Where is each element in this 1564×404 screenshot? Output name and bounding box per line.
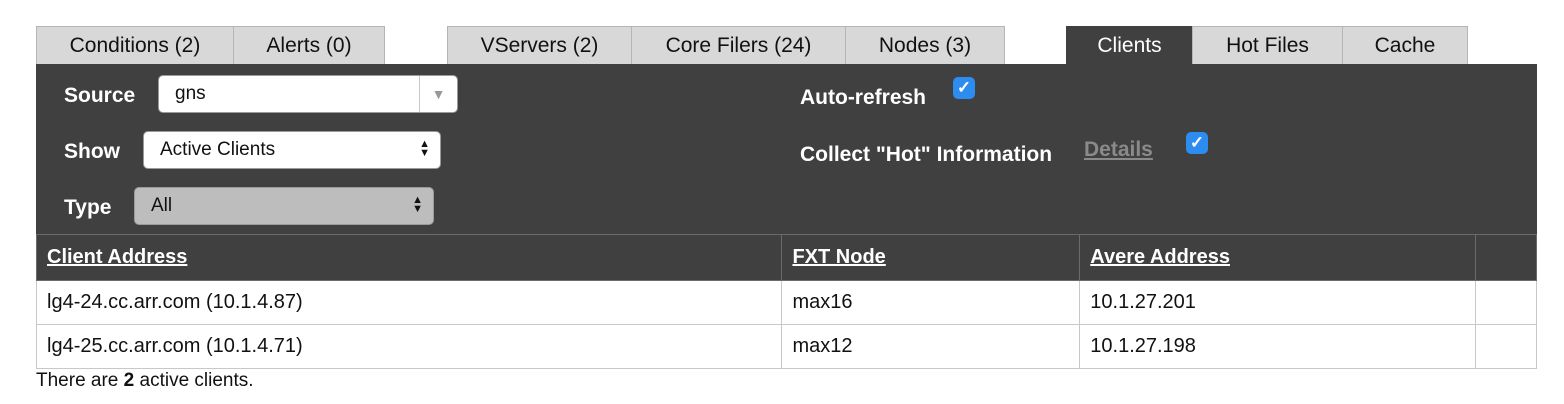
source-label: Source (64, 84, 136, 107)
triangle-down-icon[interactable]: ▼ (419, 76, 457, 112)
table-header-row: Client Address FXT Node Avere Address (35, 234, 1537, 281)
clients-table: Client Address FXT Node Avere Address lg… (35, 234, 1537, 369)
type-value: All (151, 195, 173, 216)
collect-hot-label: Collect "Hot" Information (800, 143, 1053, 166)
show-label: Show (64, 140, 120, 163)
cell-empty (1475, 280, 1537, 325)
auto-refresh-checkbox[interactable]: ✓ (953, 77, 975, 99)
tab-cache[interactable]: Cache (1342, 26, 1468, 64)
source-value: gns (175, 83, 206, 104)
column-header-client-address[interactable]: Client Address (35, 234, 783, 281)
tab-core-filers[interactable]: Core Filers (24) (631, 26, 846, 64)
cell-fxt-node: max12 (781, 324, 1081, 369)
cell-avere-address: 10.1.27.198 (1079, 324, 1477, 369)
checkmark-icon: ✓ (1189, 133, 1205, 152)
auto-refresh-label: Auto-refresh (800, 86, 927, 109)
client-count: 2 (123, 370, 135, 391)
type-label: Type (64, 196, 112, 219)
table-row: lg4-25.cc.arr.com (10.1.4.71) max12 10.1… (35, 324, 1537, 369)
tab-conditions[interactable]: Conditions (2) (36, 26, 234, 64)
tab-alerts[interactable]: Alerts (0) (233, 26, 385, 64)
show-select[interactable]: Active Clients ▲ ▼ (143, 131, 441, 169)
tab-hot-files[interactable]: Hot Files (1192, 26, 1343, 64)
up-down-arrows-icon: ▲ ▼ (419, 138, 430, 159)
source-select[interactable]: gns ▼ (158, 75, 458, 113)
status-summary: There are 2 active clients. (36, 370, 254, 391)
column-header-empty (1475, 234, 1537, 281)
checkmark-icon: ✓ (956, 78, 972, 97)
tab-clients[interactable]: Clients (1066, 26, 1193, 64)
column-header-fxt-node[interactable]: FXT Node (781, 234, 1081, 281)
cell-client-address: lg4-25.cc.arr.com (10.1.4.71) (35, 324, 783, 369)
column-header-avere-address[interactable]: Avere Address (1079, 234, 1477, 281)
details-link[interactable]: Details (1084, 138, 1153, 162)
tab-vservers[interactable]: VServers (2) (447, 26, 632, 64)
cell-fxt-node: max16 (781, 280, 1081, 325)
show-value: Active Clients (160, 139, 276, 160)
filter-panel: Source gns ▼ Show Active Clients ▲ ▼ Type… (36, 64, 1537, 235)
cell-empty (1475, 324, 1537, 369)
type-select[interactable]: All ▲ ▼ (134, 187, 434, 225)
cell-avere-address: 10.1.27.201 (1079, 280, 1477, 325)
up-down-arrows-icon: ▲ ▼ (412, 194, 423, 215)
tab-nodes[interactable]: Nodes (3) (845, 26, 1005, 64)
tab-bar: Conditions (2) Alerts (0) VServers (2) C… (36, 26, 1536, 64)
table-row: lg4-24.cc.arr.com (10.1.4.87) max16 10.1… (35, 280, 1537, 325)
cell-client-address: lg4-24.cc.arr.com (10.1.4.87) (35, 280, 783, 325)
collect-hot-checkbox[interactable]: ✓ (1186, 132, 1208, 154)
